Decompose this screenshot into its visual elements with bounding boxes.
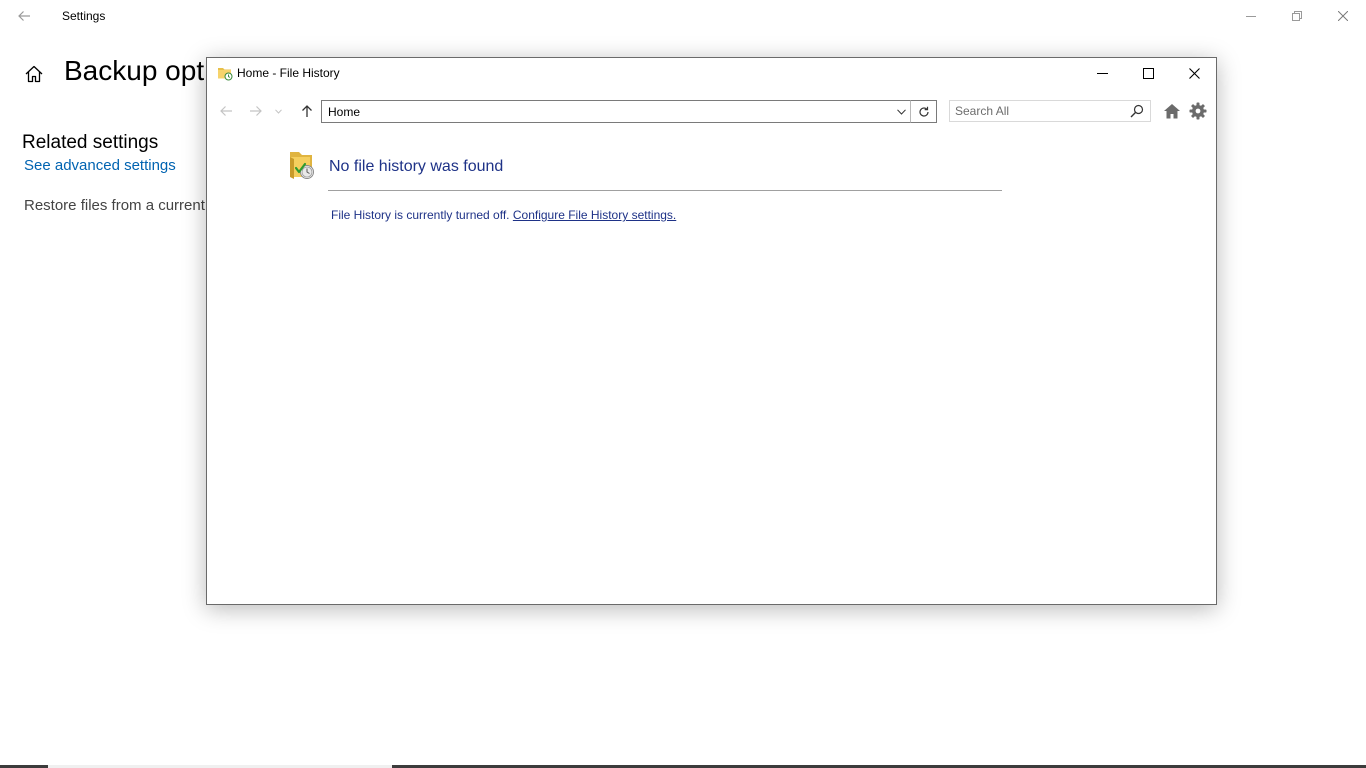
minimize-button[interactable] bbox=[1079, 58, 1125, 88]
restore-icon bbox=[1292, 11, 1302, 21]
settings-back-button[interactable] bbox=[10, 4, 38, 28]
forward-button[interactable] bbox=[245, 100, 267, 122]
home-icon bbox=[25, 65, 43, 83]
settings-minimize-button[interactable] bbox=[1228, 0, 1274, 32]
search-icon[interactable] bbox=[1130, 104, 1144, 118]
maximize-button[interactable] bbox=[1125, 58, 1171, 88]
minimize-icon bbox=[1246, 16, 1256, 17]
chevron-down-icon bbox=[896, 108, 906, 115]
address-value: Home bbox=[328, 105, 361, 119]
back-arrow-icon bbox=[18, 11, 30, 21]
up-button[interactable] bbox=[296, 100, 318, 122]
home-toolbar-button[interactable] bbox=[1161, 100, 1183, 122]
refresh-button[interactable] bbox=[910, 100, 937, 123]
see-advanced-settings-link[interactable]: See advanced settings bbox=[24, 157, 176, 174]
settings-toolbar-button[interactable] bbox=[1187, 100, 1209, 122]
chevron-down-icon bbox=[274, 108, 282, 114]
address-bar[interactable]: Home bbox=[321, 100, 911, 123]
file-history-icon bbox=[218, 68, 233, 81]
file-history-window: Home - File History Home Search All No f… bbox=[206, 57, 1217, 605]
no-history-heading: No file history was found bbox=[329, 158, 504, 175]
up-arrow-icon bbox=[302, 105, 312, 117]
search-input[interactable] bbox=[950, 101, 1126, 121]
back-button[interactable] bbox=[215, 100, 237, 122]
settings-restore-button[interactable] bbox=[1274, 0, 1320, 32]
home-icon bbox=[1164, 104, 1180, 119]
status-text: File History is currently turned off. bbox=[331, 208, 510, 222]
settings-home-button[interactable] bbox=[20, 60, 48, 88]
file-history-folder-icon bbox=[290, 152, 314, 179]
search-box[interactable] bbox=[949, 100, 1151, 122]
close-button[interactable] bbox=[1171, 58, 1217, 88]
gear-icon bbox=[1189, 102, 1207, 120]
settings-close-button[interactable] bbox=[1320, 0, 1366, 32]
address-dropdown-button[interactable] bbox=[892, 101, 910, 122]
minimize-icon bbox=[1096, 72, 1108, 74]
back-arrow-icon bbox=[220, 106, 232, 116]
recent-locations-button[interactable] bbox=[271, 100, 285, 122]
file-history-title: Home - File History bbox=[237, 66, 340, 80]
related-settings-heading: Related settings bbox=[22, 132, 159, 153]
heading-divider bbox=[328, 190, 1002, 191]
forward-arrow-icon bbox=[250, 106, 262, 116]
configure-file-history-link[interactable]: Configure File History settings. bbox=[513, 208, 676, 222]
close-icon bbox=[1338, 11, 1348, 21]
status-line: File History is currently turned off. Co… bbox=[331, 208, 676, 222]
refresh-icon bbox=[918, 106, 929, 117]
settings-titlebar: Settings bbox=[0, 0, 1366, 32]
maximize-icon bbox=[1142, 67, 1154, 79]
settings-title: Settings bbox=[62, 9, 106, 23]
close-icon bbox=[1188, 67, 1200, 79]
